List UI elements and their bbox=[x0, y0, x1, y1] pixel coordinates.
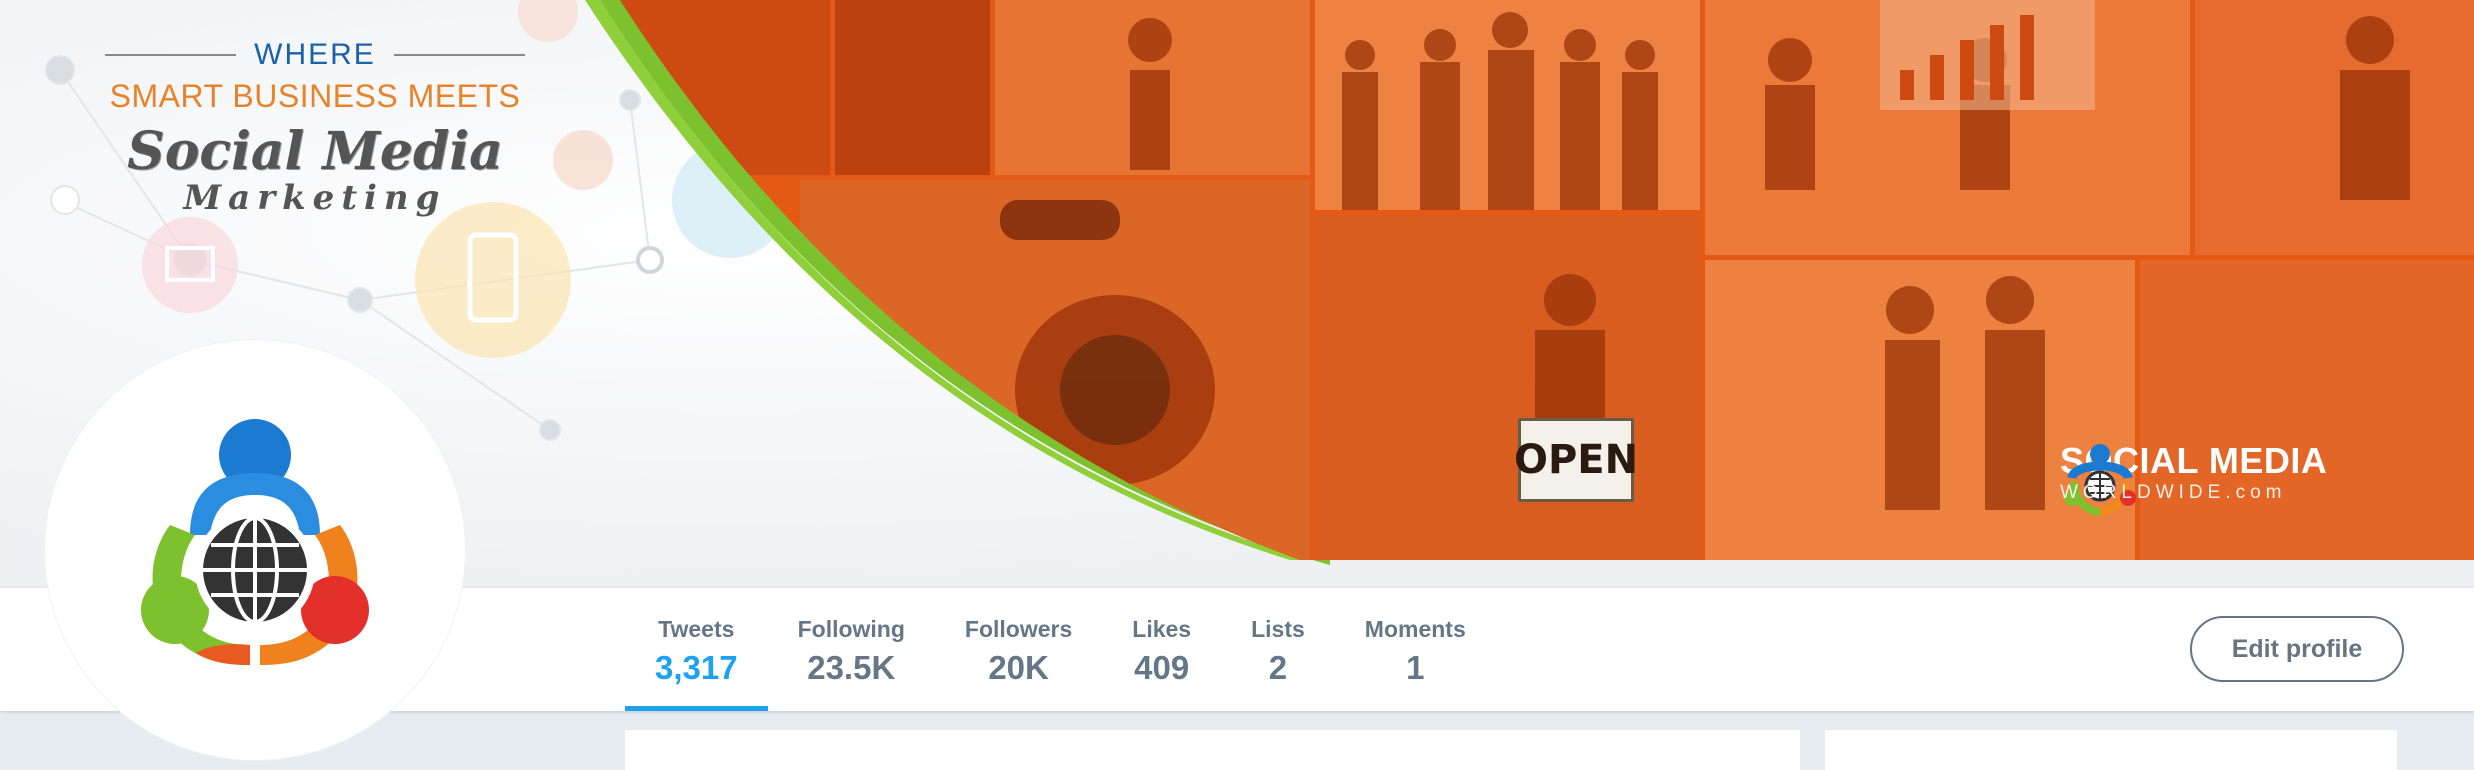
stat-label: Tweets bbox=[658, 616, 735, 642]
stat-label: Followers bbox=[964, 616, 1073, 642]
stat-label: Following bbox=[797, 616, 905, 642]
tab-tweets[interactable]: Tweets 3,317 bbox=[625, 588, 768, 711]
tagline-where: WHERE bbox=[105, 38, 525, 72]
tagline-smart-business: SMART BUSINESS MEETS bbox=[109, 78, 521, 114]
sidebar-panel bbox=[1825, 730, 2397, 770]
tab-lists[interactable]: Lists 2 bbox=[1221, 588, 1335, 711]
tagline-marketing: Marketing bbox=[183, 178, 447, 218]
stat-value: 3,317 bbox=[655, 649, 738, 686]
globe-people-icon bbox=[2064, 444, 2136, 516]
edit-profile-button[interactable]: Edit profile bbox=[2190, 616, 2404, 682]
stat-label: Lists bbox=[1251, 616, 1305, 642]
social-media-globe-logo bbox=[141, 419, 369, 665]
profile-avatar[interactable] bbox=[45, 340, 465, 760]
tab-likes[interactable]: Likes 409 bbox=[1102, 588, 1221, 711]
stat-label: Moments bbox=[1364, 616, 1466, 642]
timeline-panel bbox=[625, 730, 1800, 770]
stat-value: 23.5K bbox=[807, 649, 896, 686]
brand-subtitle: WORLDWIDE.com bbox=[2060, 482, 2287, 503]
stat-value: 2 bbox=[1268, 649, 1288, 686]
tab-moments[interactable]: Moments 1 bbox=[1335, 588, 1496, 711]
stat-value: 1 bbox=[1406, 649, 1425, 686]
tab-followers[interactable]: Followers 20K bbox=[935, 588, 1102, 711]
stat-value: 409 bbox=[1134, 649, 1190, 686]
banner-tagline: WHERE SMART BUSINESS MEETS Social Media … bbox=[105, 38, 525, 218]
tab-following[interactable]: Following 23.5K bbox=[768, 588, 935, 711]
stat-label: Likes bbox=[1132, 616, 1192, 642]
tagline-social-media: Social Media bbox=[127, 121, 503, 182]
profile-stats: Tweets 3,317 Following 23.5K Followers 2… bbox=[625, 588, 1496, 711]
stat-value: 20K bbox=[988, 649, 1049, 686]
open-sign: OPEN bbox=[1514, 418, 1638, 502]
brand-logo: SOCIAL MEDIA WORLDWIDE.com bbox=[2060, 440, 2327, 516]
